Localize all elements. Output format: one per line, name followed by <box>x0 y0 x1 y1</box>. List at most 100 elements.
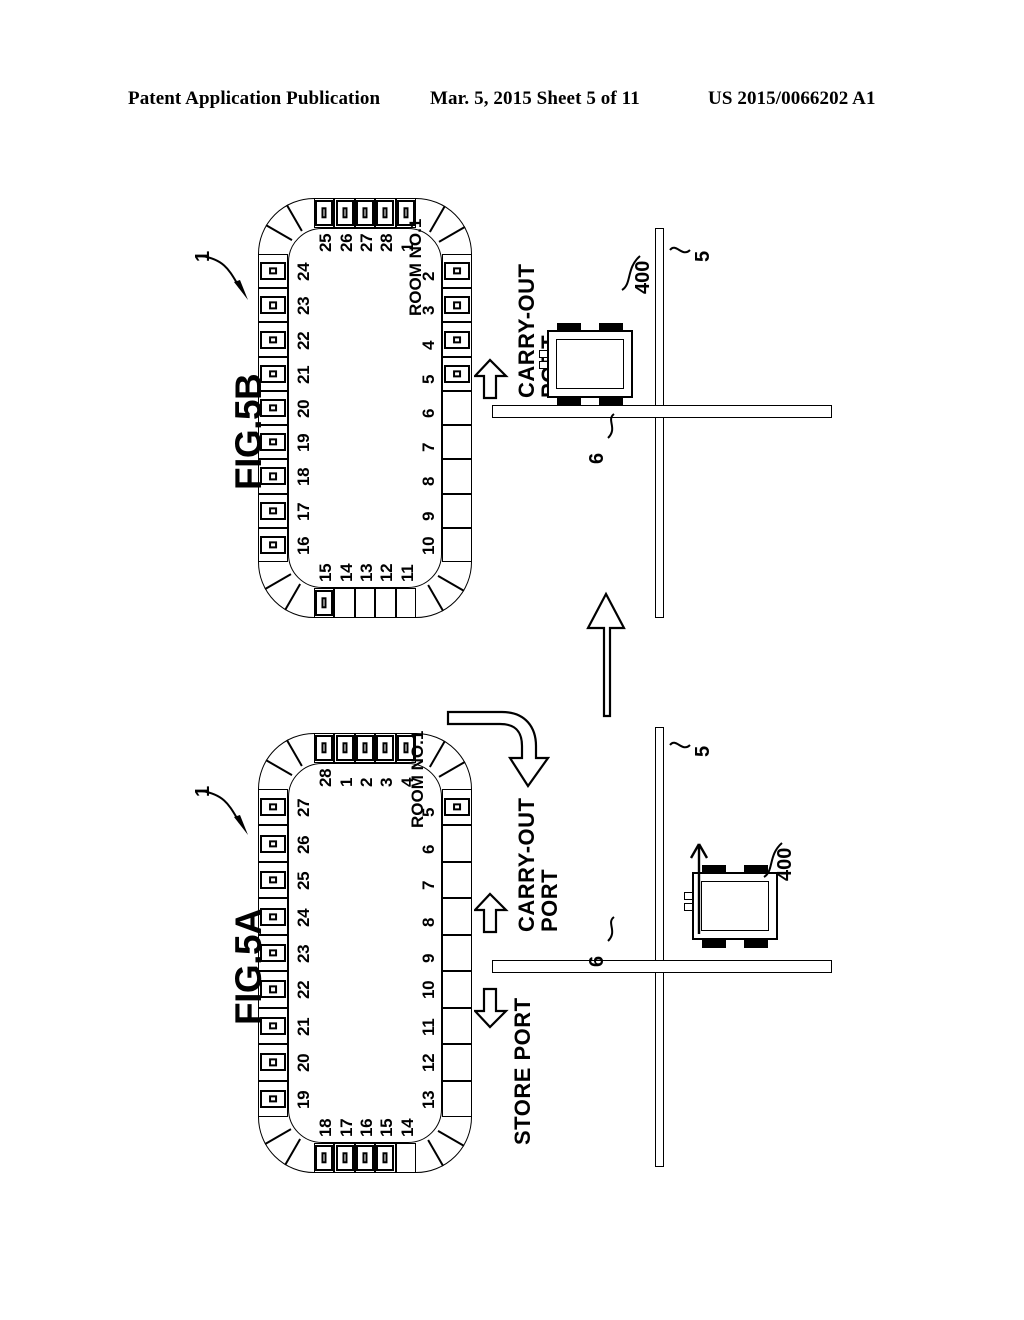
storage-cell[interactable] <box>395 1143 416 1173</box>
cell-number-label: 13 <box>419 1090 438 1109</box>
rail-horizontal <box>492 960 832 973</box>
rail6-lead <box>607 413 615 439</box>
storage-cell[interactable] <box>354 588 376 618</box>
cell-number-label: 27 <box>294 798 313 818</box>
storage-cell[interactable] <box>442 527 472 562</box>
header-patent-number: US 2015/0066202 A1 <box>708 88 876 109</box>
cell-number-label: 24 <box>294 262 313 282</box>
storage-cell[interactable] <box>395 588 416 618</box>
container-icon <box>444 798 470 817</box>
vehicle-wheel <box>557 323 581 332</box>
cell-number-label: 16 <box>357 1118 376 1137</box>
rail5-reference: 5 <box>692 250 714 262</box>
carry-out-port-label-line: CARRY-OUT <box>514 263 539 398</box>
vehicle-travel-arrow <box>689 843 709 934</box>
cell-number-label: 10 <box>419 536 438 555</box>
cell-number-label: 22 <box>294 331 313 350</box>
cell-number-label: 15 <box>316 563 336 582</box>
vehicle-platform <box>556 339 624 389</box>
storage-cell[interactable] <box>442 1080 472 1117</box>
cell-number-label: 28 <box>377 233 397 252</box>
carry-out-port-label-line: PORT <box>536 868 562 932</box>
storage-cell[interactable] <box>442 390 472 426</box>
cell-number-label: 11 <box>397 564 417 582</box>
container-icon <box>335 735 354 761</box>
rail6-lead <box>607 916 615 942</box>
vehicle-wheel <box>557 397 581 406</box>
container-icon <box>444 262 470 281</box>
carry-out-port-label: CARRY-OUTPORT <box>514 797 562 932</box>
cell-number-label: 3 <box>377 777 397 787</box>
fig5a-label: FIG.5A <box>228 908 269 1025</box>
cell-number-label: 9 <box>419 511 438 521</box>
cell-number-label: 25 <box>316 233 336 252</box>
vehicle-reference-number: 400 <box>774 847 796 881</box>
container-icon <box>260 501 286 520</box>
cell-number-label: 19 <box>294 1090 313 1109</box>
ring-reference-number: 1 <box>192 785 214 797</box>
storage-cell[interactable] <box>442 861 472 899</box>
cell-number-label: 17 <box>294 502 313 521</box>
vehicle-wheel <box>599 397 623 406</box>
cell-number-label: 8 <box>419 477 438 487</box>
cell-number-label: 15 <box>377 1118 397 1137</box>
storage-cell[interactable] <box>334 588 355 618</box>
cell-number-label: 2 <box>357 777 376 787</box>
cell-number-label: 21 <box>294 365 313 384</box>
cell-number-label: 12 <box>377 563 397 582</box>
rail6-reference: 6 <box>586 452 608 464</box>
storage-cell[interactable] <box>442 493 472 528</box>
cell-number-label: 8 <box>419 917 438 927</box>
container-icon <box>335 200 354 226</box>
rotation-arrow <box>446 710 550 788</box>
storage-cell[interactable] <box>442 898 472 935</box>
storage-cell[interactable] <box>442 825 472 862</box>
cell-number-label: 6 <box>419 844 438 854</box>
storage-cell[interactable] <box>442 1007 472 1045</box>
container-icon <box>444 296 470 315</box>
store-port-label: STORE PORT <box>510 997 535 1145</box>
storage-cell[interactable] <box>442 1044 472 1081</box>
rail6-reference: 6 <box>586 955 608 967</box>
cell-number-label: 9 <box>419 953 438 963</box>
header-date-sheet: Mar. 5, 2015 Sheet 5 of 11 <box>430 88 640 109</box>
page-header: Patent Application Publication Mar. 5, 2… <box>0 88 1024 116</box>
container-icon <box>315 1145 334 1171</box>
container-icon <box>315 200 334 226</box>
cell-number-label: 14 <box>397 1118 417 1137</box>
storage-cell[interactable] <box>375 588 396 618</box>
cell-number-label: 19 <box>294 433 313 453</box>
container-icon <box>260 871 286 890</box>
container-icon <box>376 1145 395 1171</box>
container-icon <box>356 1145 374 1171</box>
cell-number-label: 24 <box>294 908 313 927</box>
cell-number-label: 23 <box>294 297 313 316</box>
cell-number-label: 7 <box>419 880 438 891</box>
storage-cell[interactable] <box>442 971 472 1008</box>
storage-cell[interactable] <box>442 425 472 460</box>
container-icon <box>356 735 374 761</box>
cell-number-label: 26 <box>294 835 313 854</box>
cell-number-label: 22 <box>294 981 313 1000</box>
fig5b-label: FIG.5B <box>228 373 269 490</box>
cell-number-label: 28 <box>316 768 336 787</box>
container-icon <box>444 364 470 383</box>
container-icon <box>444 330 470 349</box>
cell-number-label: 6 <box>419 408 438 418</box>
cell-number-label: 21 <box>294 1017 313 1036</box>
container-icon <box>315 590 334 616</box>
vehicle-wheel <box>702 939 726 948</box>
cell-number-label: 11 <box>419 1018 438 1036</box>
cell-number-label: 18 <box>316 1118 336 1137</box>
container-icon <box>376 200 395 226</box>
transport-vehicle[interactable] <box>539 323 633 406</box>
container-icon <box>260 1053 286 1072</box>
cell-number-label: 27 <box>357 233 376 252</box>
carry-out-port-label-line: CARRY-OUT <box>514 797 539 932</box>
cell-number-label: 20 <box>294 1054 313 1073</box>
rail5-reference: 5 <box>692 745 714 757</box>
container-icon <box>315 735 334 761</box>
storage-cell[interactable] <box>442 459 472 494</box>
storage-cell[interactable] <box>442 934 472 972</box>
cell-number-label: 5 <box>419 374 438 384</box>
